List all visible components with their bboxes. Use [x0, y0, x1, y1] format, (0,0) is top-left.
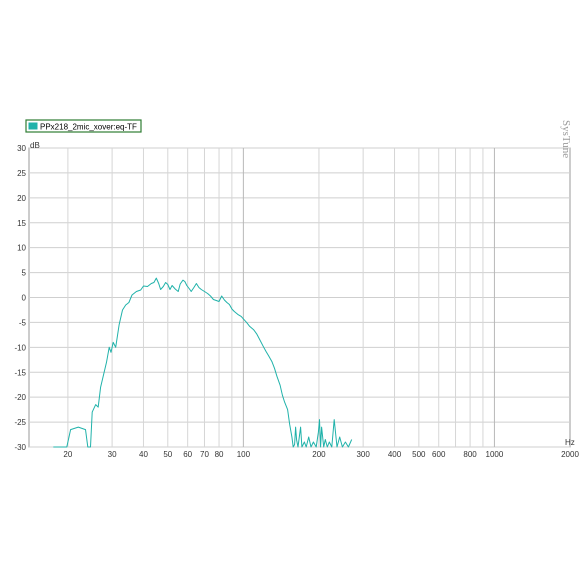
y-tick-label: 5	[22, 269, 27, 278]
y-tick-label: 10	[17, 244, 26, 253]
y-tick-label: 20	[17, 194, 26, 203]
x-tick-label: 70	[200, 450, 209, 459]
x-tick-label: 600	[432, 450, 446, 459]
y-tick-label: 15	[17, 219, 26, 228]
y-tick-label: -5	[19, 318, 27, 327]
x-tick-label: 40	[139, 450, 148, 459]
x-tick-label: 50	[163, 450, 172, 459]
x-axis-unit-label: Hz	[565, 438, 575, 447]
y-tick-label: -30	[14, 443, 26, 452]
x-tick-label: 60	[183, 450, 192, 459]
x-tick-label: 80	[215, 450, 224, 459]
y-tick-label: -20	[14, 393, 26, 402]
y-tick-label: -25	[14, 418, 26, 427]
x-tick-label: 100	[237, 450, 251, 459]
x-tick-labels: 20 30 40 50 60 70 80 100 200 300 400 500 600 800 1000 2…	[63, 450, 579, 459]
x-tick-label: 1000	[486, 450, 504, 459]
y-axis-unit-label: dB	[30, 141, 40, 150]
chart: 302520151050-5-10-15-20-25-30 20 30 40 50 60…	[14, 119, 579, 459]
x-tick-label: 20	[63, 450, 72, 459]
x-tick-label: 800	[463, 450, 477, 459]
y-tick-label: 0	[22, 294, 27, 303]
x-tick-label: 400	[388, 450, 402, 459]
legend[interactable]: PPx218_2mic_xover:eq-TF	[25, 119, 142, 133]
y-tick-label: 25	[17, 169, 26, 178]
x-tick-label: 30	[108, 450, 117, 459]
legend-label: PPx218_2mic_xover:eq-TF	[40, 123, 137, 132]
y-tick-label: -15	[14, 368, 26, 377]
x-tick-label: 200	[312, 450, 326, 459]
legend-swatch	[28, 122, 38, 130]
x-tick-label: 2000	[561, 450, 579, 459]
x-tick-label: 300	[356, 450, 370, 459]
systune-watermark: SysTune	[560, 120, 572, 158]
y-tick-label: -10	[14, 343, 26, 352]
x-tick-label: 500	[412, 450, 426, 459]
y-tick-label: 30	[17, 144, 26, 153]
y-tick-labels: 30 25 20 15 10 5 0 -5 -10 -15 -20 -25 -30	[14, 144, 26, 452]
